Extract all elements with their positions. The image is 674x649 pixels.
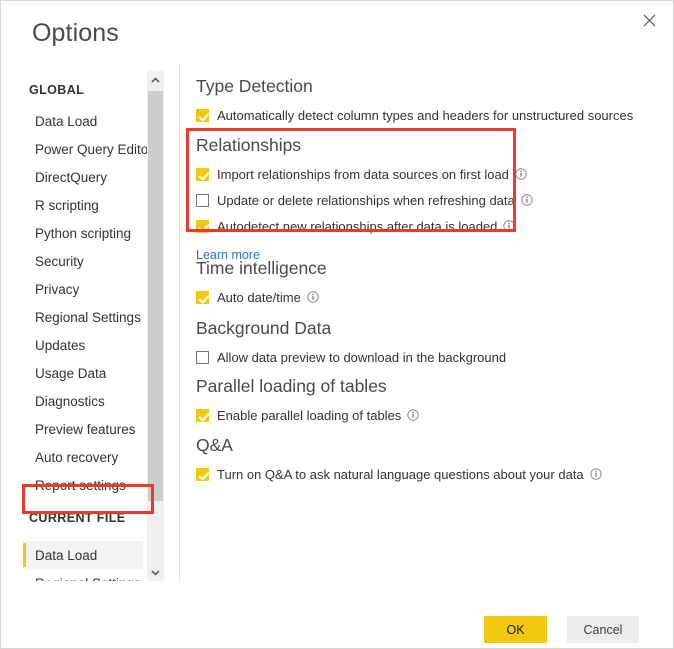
checkbox-import-relationships[interactable] <box>196 168 209 181</box>
sidebar-item-current-file-data-load[interactable]: Data Load <box>23 541 143 569</box>
info-icon[interactable] <box>515 168 527 180</box>
sidebar-item-power-query-editor[interactable]: Power Query Editor <box>23 135 143 163</box>
sidebar-item-python-scripting[interactable]: Python scripting <box>23 219 143 247</box>
section-title-qna: Q&A <box>196 433 656 457</box>
section-title-time-intelligence: Time intelligence <box>196 256 656 280</box>
sidebar-scrollbar[interactable] <box>147 71 164 581</box>
option-label: Allow data preview to download in the ba… <box>217 350 506 365</box>
sidebar-item-diagnostics[interactable]: Diagnostics <box>23 387 143 415</box>
sidebar-item-auto-recovery[interactable]: Auto recovery <box>23 443 143 471</box>
option-allow-data-preview-download[interactable]: Allow data preview to download in the ba… <box>196 346 656 368</box>
checkbox-auto-detect-column-types[interactable] <box>196 109 209 122</box>
section-title-relationships: Relationships <box>196 133 656 157</box>
sidebar: GLOBAL Data Load Power Query Editor Dire… <box>1 71 179 581</box>
option-label: Auto date/time <box>217 290 301 305</box>
sidebar-item-privacy[interactable]: Privacy <box>23 275 143 303</box>
section-qna: Q&A Turn on Q&A to ask natural language … <box>196 433 656 485</box>
checkbox-allow-data-preview-download[interactable] <box>196 351 209 364</box>
section-title-background-data: Background Data <box>196 316 656 340</box>
info-icon[interactable] <box>307 291 319 303</box>
sidebar-item-preview-features[interactable]: Preview features <box>23 415 143 443</box>
section-relationships: Relationships Import relationships from … <box>196 133 656 264</box>
close-icon[interactable] <box>629 3 669 37</box>
option-label: Import relationships from data sources o… <box>217 167 509 182</box>
page-title: Options <box>32 19 119 48</box>
option-autodetect-new-relationships[interactable]: Autodetect new relationships after data … <box>196 215 656 237</box>
section-parallel-loading: Parallel loading of tables Enable parall… <box>196 374 656 426</box>
option-label: Update or delete relationships when refr… <box>217 193 515 208</box>
chevron-down-icon[interactable] <box>147 564 164 581</box>
sidebar-item-usage-data[interactable]: Usage Data <box>23 359 143 387</box>
cancel-button[interactable]: Cancel <box>567 616 639 643</box>
option-label: Autodetect new relationships after data … <box>217 219 497 234</box>
sidebar-item-directquery[interactable]: DirectQuery <box>23 163 143 191</box>
checkbox-autodetect-new-relationships[interactable] <box>196 220 209 233</box>
sidebar-item-security[interactable]: Security <box>23 247 143 275</box>
option-turn-on-qna[interactable]: Turn on Q&A to ask natural language ques… <box>196 463 656 485</box>
section-time-intelligence: Time intelligence Auto date/time <box>196 256 656 308</box>
chevron-up-icon[interactable] <box>147 71 164 88</box>
sidebar-content-divider <box>179 63 180 581</box>
info-icon[interactable] <box>503 220 515 232</box>
info-icon[interactable] <box>521 194 533 206</box>
section-type-detection: Type Detection Automatically detect colu… <box>196 74 656 126</box>
option-label: Automatically detect column types and he… <box>217 108 633 123</box>
option-auto-detect-column-types[interactable]: Automatically detect column types and he… <box>196 104 656 126</box>
checkbox-auto-date-time[interactable] <box>196 291 209 304</box>
sidebar-item-data-load[interactable]: Data Load <box>23 107 143 135</box>
section-background-data: Background Data Allow data preview to do… <box>196 316 656 368</box>
section-title-parallel-loading: Parallel loading of tables <box>196 374 656 398</box>
info-icon[interactable] <box>590 468 602 480</box>
option-import-relationships[interactable]: Import relationships from data sources o… <box>196 163 656 185</box>
checkbox-enable-parallel-loading[interactable] <box>196 409 209 422</box>
sidebar-item-r-scripting[interactable]: R scripting <box>23 191 143 219</box>
option-enable-parallel-loading[interactable]: Enable parallel loading of tables <box>196 404 656 426</box>
option-auto-date-time[interactable]: Auto date/time <box>196 286 656 308</box>
sidebar-group-heading-global: GLOBAL <box>1 83 84 97</box>
sidebar-scrollport: GLOBAL Data Load Power Query Editor Dire… <box>1 71 147 581</box>
section-title-type-detection: Type Detection <box>196 74 656 98</box>
option-label: Turn on Q&A to ask natural language ques… <box>217 467 584 482</box>
sidebar-item-updates[interactable]: Updates <box>23 331 143 359</box>
info-icon[interactable] <box>407 409 419 421</box>
option-label: Enable parallel loading of tables <box>217 408 401 423</box>
sidebar-item-regional-settings[interactable]: Regional Settings <box>23 303 143 331</box>
ok-button[interactable]: OK <box>484 616 547 643</box>
sidebar-item-report-settings[interactable]: Report settings <box>23 471 143 499</box>
checkbox-update-delete-relationships[interactable] <box>196 194 209 207</box>
option-update-delete-relationships[interactable]: Update or delete relationships when refr… <box>196 189 656 211</box>
checkbox-turn-on-qna[interactable] <box>196 468 209 481</box>
dialog-footer: OK Cancel <box>1 580 673 648</box>
scrollbar-thumb[interactable] <box>148 91 163 501</box>
sidebar-group-heading-current-file: CURRENT FILE <box>1 511 125 525</box>
options-dialog: Options GLOBAL Data Load Power Query Edi… <box>0 0 674 649</box>
dialog-titlebar: Options <box>1 1 673 63</box>
